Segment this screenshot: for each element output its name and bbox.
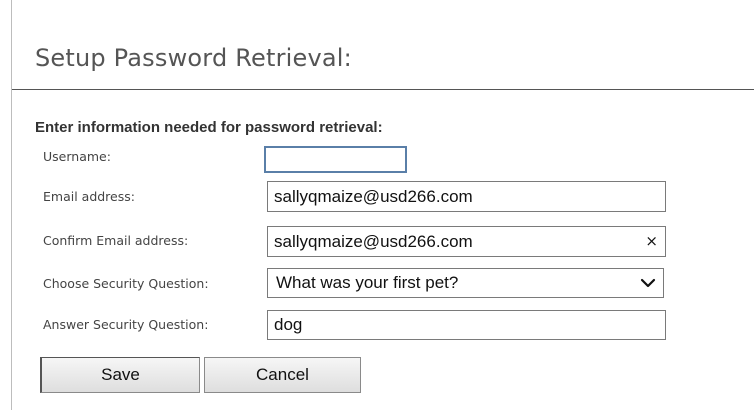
section-heading: Enter information needed for password re… [35, 119, 383, 136]
confirm-email-field: × [267, 226, 666, 257]
left-border-divider [11, 0, 12, 410]
close-icon[interactable]: × [645, 231, 658, 251]
confirm-email-label: Confirm Email address: [43, 233, 189, 248]
email-label: Email address: [43, 189, 135, 204]
username-input[interactable] [264, 146, 407, 173]
username-label: Username: [43, 149, 111, 164]
cancel-button[interactable]: Cancel [204, 357, 361, 393]
save-button[interactable]: Save [40, 357, 200, 393]
email-input[interactable] [267, 181, 666, 212]
security-question-selected-value: What was your first pet? [276, 273, 459, 292]
chevron-down-icon [640, 278, 656, 288]
security-answer-input[interactable] [267, 310, 666, 340]
title-divider [12, 89, 754, 90]
security-question-label: Choose Security Question: [43, 276, 209, 291]
page-title: Setup Password Retrieval: [35, 44, 352, 72]
security-question-select[interactable]: What was your first pet? [267, 268, 664, 298]
confirm-email-input[interactable] [267, 226, 666, 257]
security-answer-label: Answer Security Question: [43, 317, 209, 332]
